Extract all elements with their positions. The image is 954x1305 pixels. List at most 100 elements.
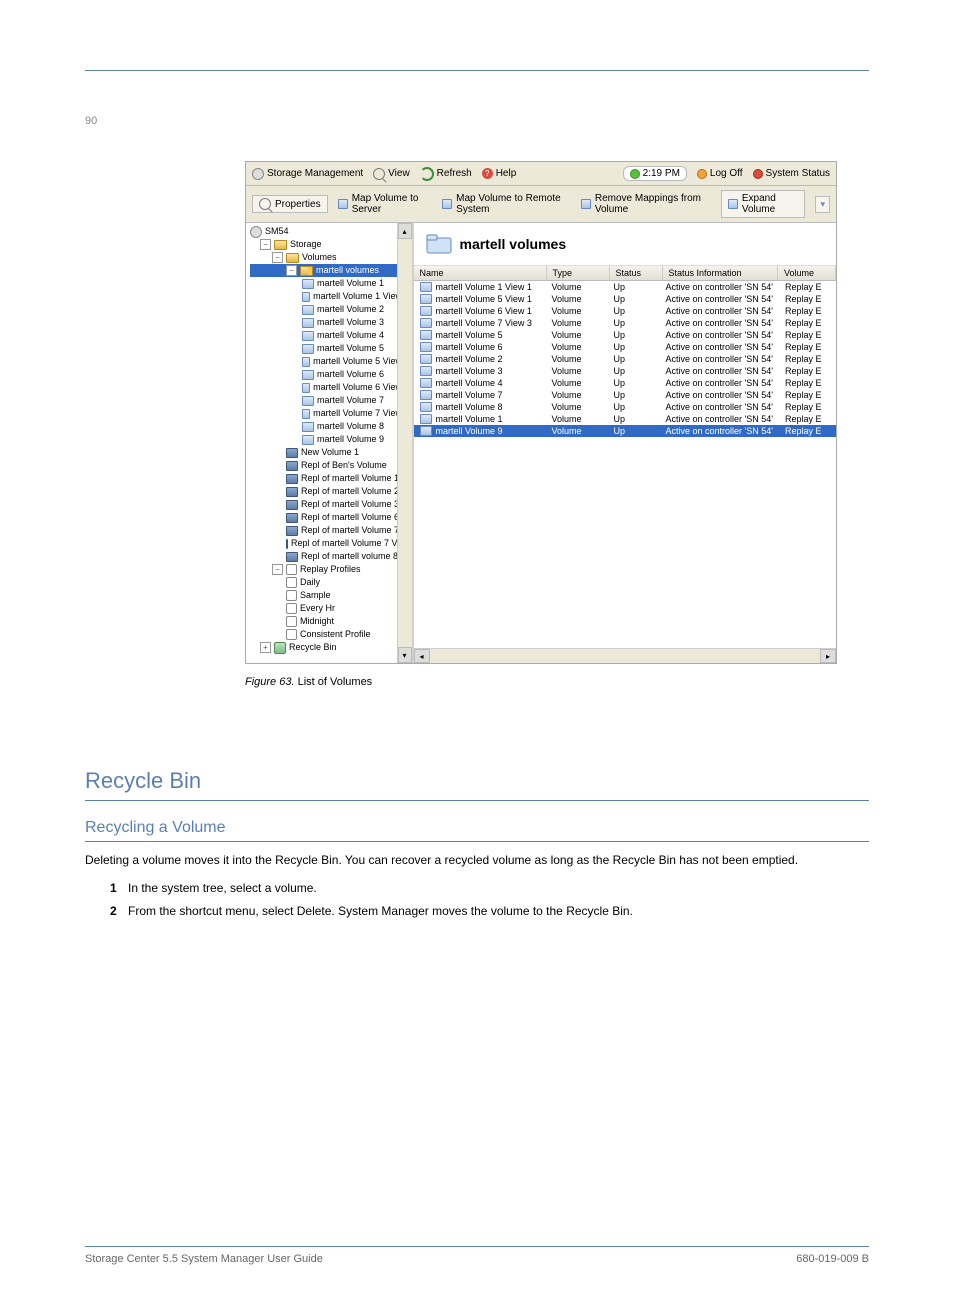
cell-type: Volume — [546, 317, 608, 329]
tree-volume-item[interactable]: Repl of martell Volume 3 — [250, 498, 410, 511]
tree-volume-item[interactable]: Repl of martell Volume 7 View 1 — [250, 537, 410, 550]
scroll-track[interactable] — [430, 649, 821, 663]
tree-label: martell Volume 4 — [317, 329, 384, 342]
cell-info: Active on controller 'SN 54' — [660, 293, 780, 305]
cell-info: Active on controller 'SN 54' — [660, 281, 780, 293]
table-row[interactable]: martell Volume 7VolumeUpActive on contro… — [414, 389, 837, 401]
tree-volume-item[interactable]: martell Volume 6 — [250, 368, 410, 381]
tree-recycle-bin[interactable]: + Recycle Bin — [250, 641, 410, 654]
table-row[interactable]: martell Volume 1 View 1VolumeUpActive on… — [414, 281, 837, 293]
tree-profile-item[interactable]: Sample — [250, 589, 410, 602]
tree-volume-item[interactable]: martell Volume 2 — [250, 303, 410, 316]
tree-label: Repl of Ben's Volume — [301, 459, 387, 472]
col-status[interactable]: Status — [610, 266, 663, 280]
tree-storage[interactable]: − Storage — [250, 238, 410, 251]
collapse-icon[interactable]: − — [260, 239, 271, 250]
cell-type: Volume — [546, 377, 608, 389]
clock[interactable]: 2:19 PM — [623, 166, 687, 181]
menu-help[interactable]: ? Help — [482, 168, 517, 179]
tree-volume-item[interactable]: martell Volume 1 — [250, 277, 410, 290]
logoff[interactable]: Log Off — [697, 168, 743, 179]
grid-horizontal-scrollbar[interactable]: ◂ ▸ — [414, 648, 837, 663]
content-header: martell volumes — [414, 223, 837, 266]
volume-icon — [302, 435, 314, 445]
system-tree[interactable]: SM54 − Storage − Volumes − — [246, 223, 414, 663]
tree-volume-item[interactable]: martell Volume 1 View 1 — [250, 290, 410, 303]
map-volume-to-server[interactable]: Map Volume to Server — [338, 193, 432, 215]
cell-volume: Replay E — [779, 389, 836, 401]
tree-volume-item[interactable]: Repl of Ben's Volume — [250, 459, 410, 472]
table-row[interactable]: martell Volume 5VolumeUpActive on contro… — [414, 329, 837, 341]
tree-volume-item[interactable]: martell Volume 7 View 3 — [250, 407, 410, 420]
tree-scrollbar[interactable]: ▴ ▾ — [397, 223, 412, 663]
tree-volume-item[interactable]: Repl of martell Volume 2 — [250, 485, 410, 498]
col-type[interactable]: Type — [547, 266, 610, 280]
collapse-icon[interactable]: − — [272, 564, 283, 575]
table-row[interactable]: martell Volume 7 View 3VolumeUpActive on… — [414, 317, 837, 329]
table-row[interactable]: martell Volume 1VolumeUpActive on contro… — [414, 413, 837, 425]
tree-volume-item[interactable]: martell Volume 5 — [250, 342, 410, 355]
cell-name: martell Volume 9 — [436, 426, 503, 436]
collapse-icon[interactable]: − — [286, 265, 297, 276]
tree-profile-item[interactable]: Daily — [250, 576, 410, 589]
expand-icon[interactable]: + — [260, 642, 271, 653]
clock-icon — [630, 169, 640, 179]
body: SM54 − Storage − Volumes − — [246, 223, 836, 663]
btn-label: Properties — [275, 199, 321, 210]
scroll-down-icon[interactable]: ▾ — [398, 647, 412, 663]
tree-volume-item[interactable]: martell Volume 8 — [250, 420, 410, 433]
scroll-left-icon[interactable]: ◂ — [414, 649, 430, 663]
properties-button[interactable]: Properties — [252, 195, 328, 213]
table-row[interactable]: martell Volume 9VolumeUpActive on contro… — [414, 425, 837, 437]
volume-icon — [420, 402, 432, 412]
tree-volume-item[interactable]: martell Volume 3 — [250, 316, 410, 329]
col-name[interactable]: Name — [414, 266, 547, 280]
table-row[interactable]: martell Volume 6 View 1VolumeUpActive on… — [414, 305, 837, 317]
logoff-label: Log Off — [710, 168, 743, 179]
system-status[interactable]: System Status — [753, 168, 830, 179]
tree-volume-item[interactable]: martell Volume 9 — [250, 433, 410, 446]
cell-status: Up — [608, 317, 660, 329]
menu-storage-management[interactable]: Storage Management — [252, 168, 363, 180]
table-row[interactable]: martell Volume 6VolumeUpActive on contro… — [414, 341, 837, 353]
toolbar-overflow-button[interactable]: ▾ — [815, 196, 830, 213]
menu-view[interactable]: View — [373, 168, 410, 180]
tree-profile-item[interactable]: Every Hr — [250, 602, 410, 615]
cell-status: Up — [608, 353, 660, 365]
volume-grid[interactable]: Name Type Status Status Information Volu… — [414, 266, 837, 648]
tree-label: Every Hr — [300, 602, 335, 615]
map-volume-to-remote[interactable]: Map Volume to Remote System — [442, 193, 571, 215]
table-row[interactable]: martell Volume 3VolumeUpActive on contro… — [414, 365, 837, 377]
col-info[interactable]: Status Information — [663, 266, 779, 280]
scroll-up-icon[interactable]: ▴ — [398, 223, 412, 239]
table-row[interactable]: martell Volume 4VolumeUpActive on contro… — [414, 377, 837, 389]
tree-replay-profiles[interactable]: − Replay Profiles — [250, 563, 410, 576]
collapse-icon[interactable]: − — [272, 252, 283, 263]
top-rule — [85, 70, 869, 71]
expand-volume-button[interactable]: Expand Volume — [721, 190, 806, 218]
scroll-right-icon[interactable]: ▸ — [820, 649, 836, 663]
tree-profile-item[interactable]: Consistent Profile — [250, 628, 410, 641]
tree-martell-volumes[interactable]: − martell volumes — [250, 264, 410, 277]
tree-volume-item[interactable]: Repl of martell Volume 7 — [250, 524, 410, 537]
tree-volume-item[interactable]: martell Volume 4 — [250, 329, 410, 342]
volume-icon — [286, 461, 298, 471]
tree-root[interactable]: SM54 — [250, 225, 410, 238]
tree-volume-item[interactable]: martell Volume 5 View 1 — [250, 355, 410, 368]
table-row[interactable]: martell Volume 2VolumeUpActive on contro… — [414, 353, 837, 365]
col-volume[interactable]: Volume — [778, 266, 836, 280]
tree-volume-item[interactable]: martell Volume 7 — [250, 394, 410, 407]
tree-profile-item[interactable]: Midnight — [250, 615, 410, 628]
tree-volume-item[interactable]: New Volume 1 — [250, 446, 410, 459]
cell-name: martell Volume 8 — [436, 402, 503, 412]
table-row[interactable]: martell Volume 5 View 1VolumeUpActive on… — [414, 293, 837, 305]
tree-volumes[interactable]: − Volumes — [250, 251, 410, 264]
tree-volume-item[interactable]: Repl of martell Volume 1 — [250, 472, 410, 485]
volume-icon — [420, 426, 432, 436]
tree-volume-item[interactable]: Repl of martell Volume 6 — [250, 511, 410, 524]
tree-volume-item[interactable]: martell Volume 6 View 1 — [250, 381, 410, 394]
menu-refresh[interactable]: Refresh — [420, 167, 472, 181]
table-row[interactable]: martell Volume 8VolumeUpActive on contro… — [414, 401, 837, 413]
tree-volume-item[interactable]: Repl of martell volume 8 — [250, 550, 410, 563]
remove-mappings[interactable]: Remove Mappings from Volume — [581, 193, 711, 215]
